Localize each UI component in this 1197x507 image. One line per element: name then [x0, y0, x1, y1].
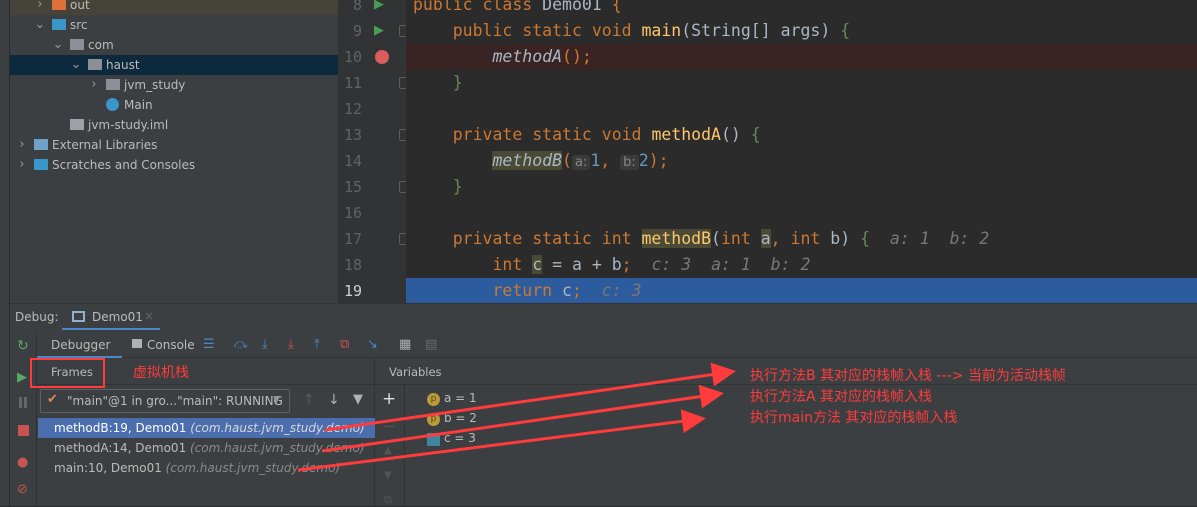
annotation-arrows — [297, 362, 736, 472]
